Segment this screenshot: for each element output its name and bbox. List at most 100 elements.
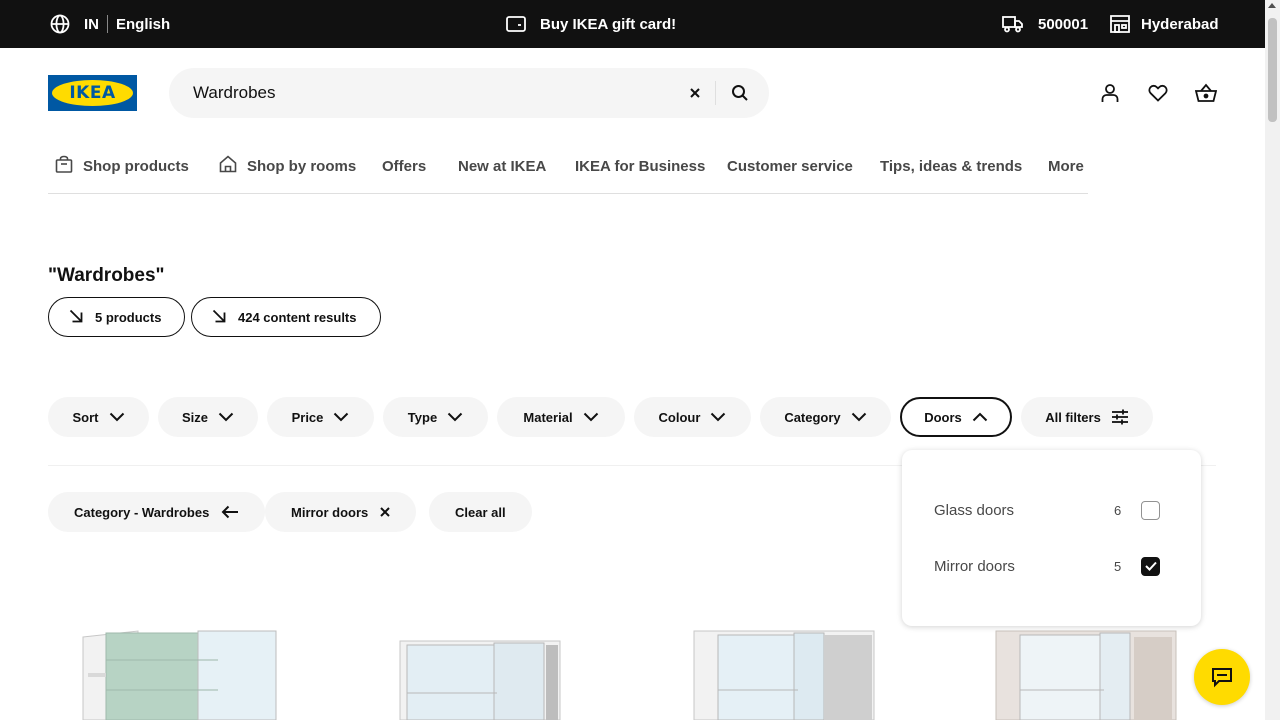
chevron-down-icon xyxy=(711,412,726,422)
close-icon[interactable] xyxy=(380,507,391,517)
filter-size-button[interactable]: Size xyxy=(158,397,258,437)
language-label: English xyxy=(116,15,171,33)
nav-label: Shop by rooms xyxy=(247,157,357,175)
nav-customer-service[interactable]: Customer service xyxy=(727,146,853,186)
wardrobe-image xyxy=(995,630,1177,720)
chat-bubble-icon xyxy=(1212,668,1232,688)
filter-doors-button[interactable]: Doors xyxy=(900,397,1012,437)
user-icon[interactable] xyxy=(1098,81,1122,105)
checkmark-icon xyxy=(1144,561,1157,571)
filter-label: Colour xyxy=(658,409,701,425)
store-icon xyxy=(1110,15,1130,33)
clear-search-icon[interactable] xyxy=(683,81,707,105)
chip-category-wardrobes[interactable]: Category - Wardrobes xyxy=(48,492,266,532)
house-icon xyxy=(219,155,247,177)
chat-button[interactable] xyxy=(1194,649,1250,705)
chevron-down-icon xyxy=(851,412,866,422)
shopping-bag-icon xyxy=(55,155,83,177)
nav-label: Customer service xyxy=(727,157,853,175)
gift-card-link[interactable]: Buy IKEA gift card! xyxy=(506,0,676,48)
truck-icon xyxy=(1002,15,1024,33)
content-results-label: 424 content results xyxy=(238,309,357,325)
filter-label: Type xyxy=(407,409,438,425)
product-card[interactable] xyxy=(48,615,288,720)
chevron-down-icon xyxy=(583,412,598,422)
language-selector[interactable]: IN English xyxy=(50,0,170,48)
product-card[interactable] xyxy=(664,615,904,720)
scrollbar-thumb[interactable] xyxy=(1268,18,1277,122)
nav-shop-products[interactable]: Shop products xyxy=(55,146,189,186)
filter-label: Doors xyxy=(924,409,962,425)
cart-icon[interactable] xyxy=(1194,81,1218,105)
option-glass-doors[interactable]: Glass doors 6 xyxy=(934,495,1174,525)
delivery-pincode[interactable]: 500001 xyxy=(1002,0,1088,48)
arrow-left-icon xyxy=(221,505,239,519)
logo-text: IKEA xyxy=(69,83,116,103)
nav-label: More xyxy=(1048,157,1084,175)
nav-new-at-ikea[interactable]: New at IKEA xyxy=(458,146,546,186)
chip-label: Mirror doors xyxy=(291,504,369,520)
arrow-down-right-icon xyxy=(69,309,95,326)
filter-price-button[interactable]: Price xyxy=(267,397,374,437)
nav-ikea-for-business[interactable]: IKEA for Business xyxy=(575,146,705,186)
chevron-down-icon xyxy=(447,412,463,422)
option-mirror-doors[interactable]: Mirror doors 5 xyxy=(934,551,1174,581)
ikea-logo[interactable]: IKEA xyxy=(48,75,137,111)
nav-tips-ideas[interactable]: Tips, ideas & trends xyxy=(880,146,1022,186)
nav-more[interactable]: More xyxy=(1048,146,1084,186)
chevron-down-icon xyxy=(109,412,124,422)
option-count: 5 xyxy=(1114,558,1122,574)
nav-label: New at IKEA xyxy=(458,157,547,175)
filter-type-button[interactable]: Type xyxy=(383,397,488,437)
nav-label: IKEA for Business xyxy=(575,157,706,175)
product-card[interactable] xyxy=(362,615,602,720)
filter-colour-button[interactable]: Colour xyxy=(634,397,751,437)
scroll-up-arrow[interactable] xyxy=(1268,3,1276,8)
search-bar[interactable]: Wardrobes xyxy=(169,68,769,118)
pincode-label: 500001 xyxy=(1038,15,1089,33)
store-selector[interactable]: Hyderabad xyxy=(1110,0,1219,48)
filter-label: Sort xyxy=(72,409,99,425)
chip-mirror-doors[interactable]: Mirror doors xyxy=(265,492,417,532)
chevron-down-icon xyxy=(218,412,234,422)
clear-all-label: Clear all xyxy=(455,504,506,520)
search-icon[interactable] xyxy=(728,81,752,105)
filter-label: All filters xyxy=(1045,409,1101,425)
nav-label: Offers xyxy=(382,157,427,175)
option-label: Glass doors xyxy=(934,501,1015,519)
products-count-button[interactable]: 5 products xyxy=(48,297,186,337)
chevron-down-icon xyxy=(334,412,349,422)
gift-card-label: Buy IKEA gift card! xyxy=(540,15,677,33)
content-results-button[interactable]: 424 content results xyxy=(191,297,381,337)
page-scrollbar[interactable] xyxy=(1265,0,1280,720)
filter-sort-button[interactable]: Sort xyxy=(48,397,149,437)
country-code: IN xyxy=(84,15,99,33)
nav-shop-by-rooms[interactable]: Shop by rooms xyxy=(219,146,356,186)
gift-card-icon xyxy=(506,16,526,32)
filter-label: Size xyxy=(181,409,208,425)
search-results-title: "Wardrobes" xyxy=(48,265,165,286)
main-navigation: Shop products Shop by rooms Offers New a… xyxy=(48,146,1088,194)
glass-doors-checkbox[interactable] xyxy=(1141,500,1160,520)
search-input[interactable]: Wardrobes xyxy=(193,68,276,118)
arrow-down-right-icon xyxy=(212,309,238,326)
option-label: Mirror doors xyxy=(934,557,1015,575)
filter-material-button[interactable]: Material xyxy=(497,397,625,437)
logo-oval: IKEA xyxy=(52,80,133,106)
top-bar: IN English Buy IKEA gift card! 500001 Hy… xyxy=(0,0,1265,48)
product-card[interactable] xyxy=(966,615,1206,720)
filter-category-button[interactable]: Category xyxy=(760,397,891,437)
nav-offers[interactable]: Offers xyxy=(382,146,426,186)
all-filters-button[interactable]: All filters xyxy=(1021,397,1153,437)
clear-all-button[interactable]: Clear all xyxy=(429,492,532,532)
divider xyxy=(107,15,108,33)
chip-label: Category - Wardrobes xyxy=(74,504,210,520)
globe-icon xyxy=(50,14,70,34)
wardrobe-image xyxy=(693,630,875,720)
search-divider xyxy=(715,81,716,105)
mirror-doors-checkbox[interactable] xyxy=(1141,556,1160,576)
heart-icon[interactable] xyxy=(1146,81,1170,105)
option-count: 6 xyxy=(1114,502,1122,518)
doors-filter-dropdown: Glass doors 6 Mirror doors 5 xyxy=(902,450,1201,626)
sliders-icon xyxy=(1111,409,1128,425)
